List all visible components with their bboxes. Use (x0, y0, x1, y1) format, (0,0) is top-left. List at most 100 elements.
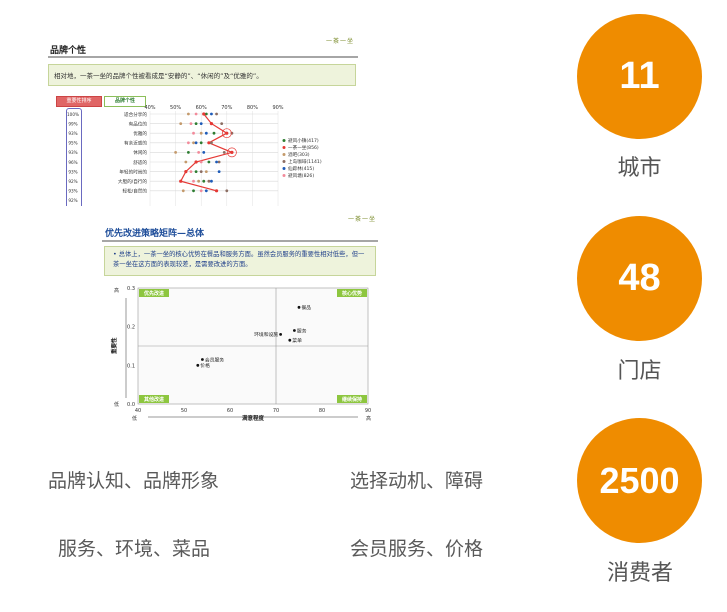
quadrant-label-top-left: 优先改进 (144, 290, 164, 297)
x-tick-label: 50% (170, 105, 181, 111)
category-label: 大胆的/自行的 (118, 178, 148, 185)
scatter-point (293, 329, 296, 332)
data-point (187, 141, 190, 145)
data-point (192, 179, 195, 183)
data-point (179, 122, 183, 125)
quadrant-label-bottom-right: 继续保持 (342, 396, 362, 403)
rank-label: 93% (68, 169, 77, 174)
data-point (199, 122, 203, 125)
x-tick-label: 60 (227, 408, 233, 414)
data-point (194, 122, 198, 125)
data-point (184, 170, 188, 174)
x-axis-high: 高 (366, 415, 371, 422)
rank-label: 93% (68, 189, 77, 194)
title-divider (48, 56, 358, 58)
data-point (194, 112, 198, 116)
data-point (192, 131, 195, 135)
brand-personality-chart: 40% 50% 60% 70% 80% 90% 适合分享的有品位的优雅的有亲近感的休闲的舒适… (67, 105, 322, 206)
x-tick-label: 90 (365, 408, 371, 414)
city-label: 城市 (617, 156, 662, 181)
data-point (181, 189, 185, 193)
slide-title: 品牌个性 (50, 46, 87, 56)
title-divider (102, 240, 378, 242)
data-point (207, 179, 211, 183)
legend-label: 酒吧(303) (288, 151, 310, 158)
data-point (230, 150, 234, 154)
legend-label: 上岛咖啡(1141) (288, 158, 322, 165)
data-point (194, 170, 198, 173)
summary-box: • 总体上，一茶一坐的核心优势在餐品和服务方面。虽然会员服务的重要性相对低些，但… (104, 246, 376, 276)
rank-label: 96% (68, 160, 77, 165)
legend-label: 一茶一坐(856) (288, 144, 319, 151)
data-point (212, 131, 216, 135)
data-point (174, 151, 177, 154)
scatter-point (201, 358, 204, 361)
point-label: 价格 (200, 362, 210, 369)
consumer-count: 2500 (599, 459, 680, 501)
category-label: 舒适的 (133, 159, 147, 166)
category-label: 有亲近感的 (124, 140, 147, 147)
y-tick-label: 0.0 (127, 402, 135, 408)
rank-label: 92% (68, 179, 77, 184)
data-point (197, 179, 201, 183)
data-point (214, 189, 219, 193)
data-point (210, 179, 213, 183)
data-point (194, 160, 198, 164)
quadrant-label-top-right: 核心优势 (342, 290, 362, 297)
topic-service: 服务、环境、菜品 (58, 538, 211, 560)
x-tick-label: 70 (273, 408, 279, 414)
data-point (187, 151, 190, 154)
slide-title: 优先改进策略矩阵—总体 (105, 229, 205, 239)
rank-label: 93% (68, 150, 77, 155)
data-point (220, 122, 224, 125)
legend-label: 避风塘(826) (288, 172, 314, 179)
category-label: 年轻的时尚的 (119, 168, 147, 175)
store-count: 48 (618, 257, 661, 299)
point-label: 服务 (297, 327, 307, 334)
data-point (204, 170, 208, 173)
data-point (199, 160, 203, 164)
data-point (202, 112, 206, 116)
priority-matrix-slide: 优先改进策略矩阵—总体 一茶一坐 • 总体上，一茶一坐的核心优势在餐品和服务方面… (102, 212, 378, 430)
topic-membership: 会员服务、价格 (350, 538, 484, 560)
category-label: 轻松/自然的 (122, 188, 147, 195)
data-point (179, 179, 183, 183)
legend-label: 仙踪林(415) (288, 165, 314, 172)
scatter-point (288, 338, 292, 342)
rank-label: 93% (68, 131, 77, 136)
scatter-point (297, 305, 301, 309)
summary-box: 相对地，一茶一坐的品牌个性被看成是“安静的”、“休闲的”及“优雅的”。 (48, 64, 356, 86)
x-axis-low: 低 (132, 415, 137, 422)
scatter-point (279, 333, 282, 336)
scatter-point (196, 363, 200, 367)
data-point (184, 160, 188, 164)
topic-brand: 品牌认知、品牌形象 (48, 470, 220, 492)
data-point (207, 160, 211, 164)
data-point (189, 170, 193, 173)
data-point (210, 141, 213, 145)
consumer-count-circle: 2500 (577, 418, 702, 543)
y-axis-high: 高 (114, 287, 119, 294)
quadrant-label-bottom-left: 其他改进 (144, 396, 164, 403)
y-tick-label: 0.1 (127, 363, 135, 369)
y-tick-label: 0.2 (127, 325, 135, 331)
legend-marker (282, 167, 286, 170)
data-point (192, 141, 195, 145)
x-tick-label: 80% (247, 105, 258, 111)
rank-label: 92% (68, 198, 77, 203)
point-label: 会员服务 (205, 356, 224, 363)
point-label: 餐品 (302, 304, 312, 311)
rank-label: 100% (67, 112, 79, 117)
data-point (202, 179, 206, 183)
data-point (225, 189, 229, 193)
store-count-circle: 48 (577, 216, 702, 341)
data-point (199, 170, 203, 173)
data-point (199, 189, 203, 193)
category-label: 适合分享的 (124, 111, 147, 118)
data-point (204, 189, 208, 193)
data-point (199, 141, 203, 145)
data-point (215, 112, 218, 116)
x-tick-label: 40 (135, 408, 141, 414)
data-point (187, 112, 190, 116)
x-tick-label: 40% (144, 105, 155, 111)
